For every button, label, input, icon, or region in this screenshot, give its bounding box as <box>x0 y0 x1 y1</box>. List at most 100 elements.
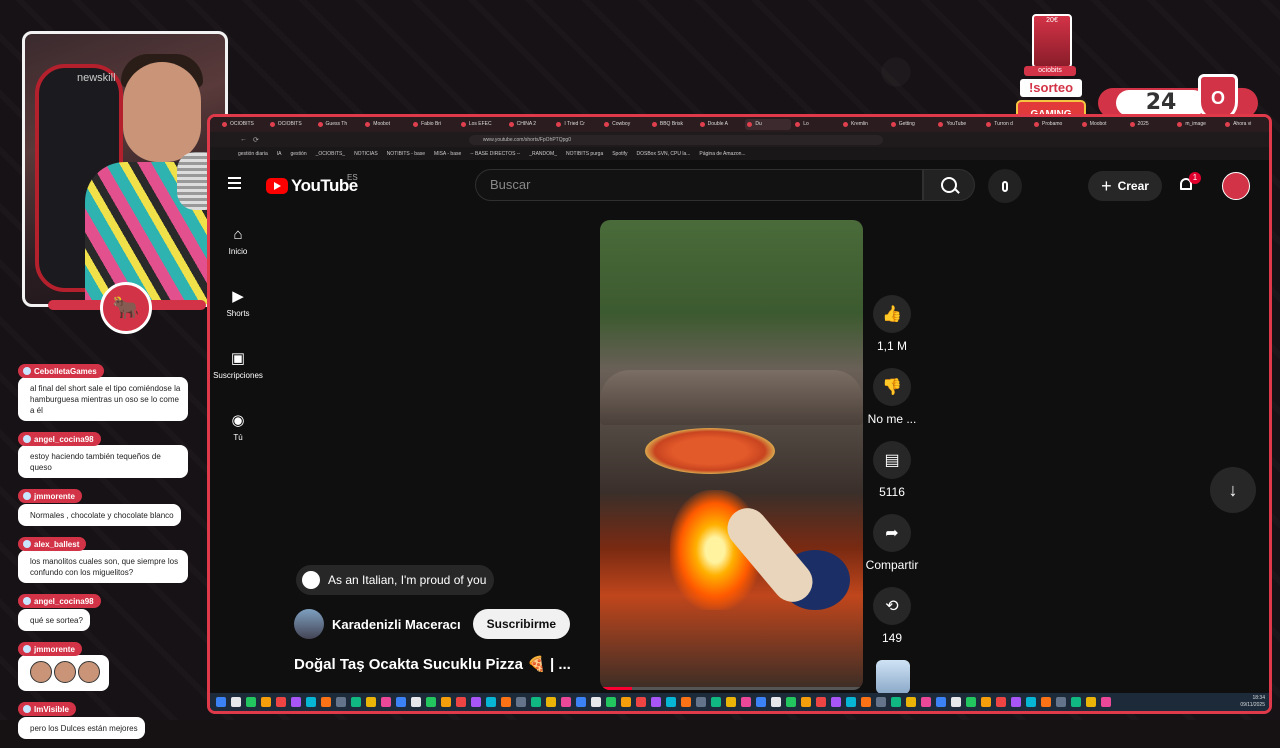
browser-tab[interactable]: OCIOBITS <box>268 119 314 130</box>
taskbar-app-icon[interactable] <box>936 697 946 707</box>
browser-tab[interactable]: I Tried Cr <box>554 119 600 130</box>
taskbar-app-icon[interactable] <box>216 697 226 707</box>
taskbar-app-icon[interactable] <box>831 697 841 707</box>
share-button[interactable]: ➦ <box>873 514 911 552</box>
channel-avatar[interactable] <box>294 609 324 639</box>
bookmark-item[interactable]: NOTICIAS <box>354 151 378 157</box>
taskbar-app-icon[interactable] <box>561 697 571 707</box>
notifications-button[interactable]: 1 <box>1178 172 1201 194</box>
taskbar-app-icon[interactable] <box>261 697 271 707</box>
short-video-player[interactable] <box>600 220 863 690</box>
taskbar-app-icon[interactable] <box>576 697 586 707</box>
bookmark-item[interactable]: gestión diaria <box>238 151 268 157</box>
taskbar-app-icon[interactable] <box>876 697 886 707</box>
taskbar-app-icon[interactable] <box>726 697 736 707</box>
bookmark-item[interactable]: Spotify <box>612 151 627 157</box>
taskbar-app-icon[interactable] <box>531 697 541 707</box>
browser-tab[interactable]: Probamo <box>1032 119 1078 130</box>
browser-tab[interactable]: Getting <box>889 119 935 130</box>
taskbar-app-icon[interactable] <box>1026 697 1036 707</box>
create-button[interactable]: + Crear <box>1088 171 1162 201</box>
taskbar-app-icon[interactable] <box>756 697 766 707</box>
taskbar-app-icon[interactable] <box>771 697 781 707</box>
video-title[interactable]: Doğal Taş Ocakta Sucuklu Pizza 🍕 | ... <box>294 655 571 673</box>
taskbar-app-icon[interactable] <box>996 697 1006 707</box>
browser-tab[interactable]: Los EFEC <box>459 119 505 130</box>
account-avatar[interactable] <box>1222 172 1250 200</box>
bookmark-item[interactable]: _RANDOM_ <box>529 151 557 157</box>
youtube-logo[interactable]: YouTube <box>266 176 358 196</box>
bookmark-item[interactable]: _OCIOBITS_ <box>316 151 345 157</box>
taskbar-app-icon[interactable] <box>681 697 691 707</box>
taskbar-app-icon[interactable] <box>696 697 706 707</box>
search-button[interactable] <box>923 169 975 201</box>
taskbar-app-icon[interactable] <box>351 697 361 707</box>
taskbar-app-icon[interactable] <box>651 697 661 707</box>
taskbar-app-icon[interactable] <box>291 697 301 707</box>
taskbar-app-icon[interactable] <box>276 697 286 707</box>
browser-tab[interactable]: Cowboy <box>602 119 648 130</box>
dislike-button[interactable]: 👎 <box>873 368 911 406</box>
taskbar-app-icon[interactable] <box>246 697 256 707</box>
bookmark-item[interactable]: Página de Amazon... <box>699 151 745 157</box>
taskbar-app-icon[interactable] <box>1011 697 1021 707</box>
taskbar-app-icon[interactable] <box>396 697 406 707</box>
taskbar-app-icon[interactable] <box>591 697 601 707</box>
taskbar-app-icon[interactable] <box>801 697 811 707</box>
url-field[interactable]: www.youtube.com/shorts/FpOhPTQpg0 <box>468 134 883 145</box>
taskbar-app-icon[interactable] <box>1041 697 1051 707</box>
search-input[interactable]: Buscar <box>475 169 923 201</box>
subscribe-button[interactable]: Suscribirme <box>472 609 570 639</box>
taskbar-app-icon[interactable] <box>516 697 526 707</box>
browser-tab[interactable]: Moobot <box>1080 119 1126 130</box>
bookmark-item[interactable]: gestión <box>290 151 306 157</box>
browser-tab[interactable]: Ahora vi <box>1223 119 1269 130</box>
taskbar-app-icon[interactable] <box>441 697 451 707</box>
taskbar-app-icon[interactable] <box>981 697 991 707</box>
bookmark-item[interactable]: IA <box>277 151 282 157</box>
sound-thumbnail[interactable] <box>876 660 910 694</box>
taskbar-app-icon[interactable] <box>1071 697 1081 707</box>
reload-icon[interactable]: ⟳ <box>253 136 259 144</box>
browser-tab[interactable]: Du <box>745 119 792 130</box>
browser-tab[interactable]: OCIOBITS <box>220 119 266 130</box>
bookmark-item[interactable]: DOSBox SVN, CPU la... <box>637 151 691 157</box>
taskbar-app-icon[interactable] <box>1056 697 1066 707</box>
bookmark-item[interactable]: -- BASE DIRECTOS -- <box>470 151 520 157</box>
taskbar-app-icon[interactable] <box>336 697 346 707</box>
taskbar-app-icon[interactable] <box>1086 697 1096 707</box>
taskbar-app-icon[interactable] <box>741 697 751 707</box>
taskbar-app-icon[interactable] <box>921 697 931 707</box>
taskbar-app-icon[interactable] <box>861 697 871 707</box>
bookmark-item[interactable]: MISA - base <box>434 151 461 157</box>
taskbar-app-icon[interactable] <box>711 697 721 707</box>
browser-tab[interactable]: Guess Th <box>316 119 362 130</box>
browser-tab[interactable]: Moobot <box>363 119 409 130</box>
like-button[interactable]: 👍 <box>873 295 911 333</box>
taskbar-app-icon[interactable] <box>546 697 556 707</box>
taskbar-app-icon[interactable] <box>321 697 331 707</box>
guide-item-you[interactable]: ◉ Tú <box>210 403 266 465</box>
taskbar-app-icon[interactable] <box>411 697 421 707</box>
taskbar-app-icon[interactable] <box>636 697 646 707</box>
taskbar-app-icon[interactable] <box>846 697 856 707</box>
bookmark-item[interactable]: NOTIBITS - base <box>387 151 425 157</box>
taskbar-app-icon[interactable] <box>606 697 616 707</box>
comments-button[interactable]: ▤ <box>873 441 911 479</box>
taskbar-app-icon[interactable] <box>426 697 436 707</box>
taskbar-app-icon[interactable] <box>906 697 916 707</box>
taskbar-app-icon[interactable] <box>951 697 961 707</box>
menu-icon[interactable] <box>228 177 241 189</box>
taskbar-app-icon[interactable] <box>456 697 466 707</box>
taskbar-app-icon[interactable] <box>966 697 976 707</box>
back-icon[interactable]: ← <box>240 136 247 143</box>
taskbar-app-icon[interactable] <box>891 697 901 707</box>
taskbar-app-icon[interactable] <box>486 697 496 707</box>
taskbar-app-icon[interactable] <box>306 697 316 707</box>
browser-tab[interactable]: Kremlin <box>841 119 887 130</box>
bookmark-item[interactable]: NOTIBITS purga <box>566 151 603 157</box>
taskbar-app-icon[interactable] <box>501 697 511 707</box>
next-short-button[interactable]: ↓ <box>1210 467 1256 513</box>
taskbar-app-icon[interactable] <box>816 697 826 707</box>
guide-item-shorts[interactable]: ▶ Shorts <box>210 279 266 341</box>
